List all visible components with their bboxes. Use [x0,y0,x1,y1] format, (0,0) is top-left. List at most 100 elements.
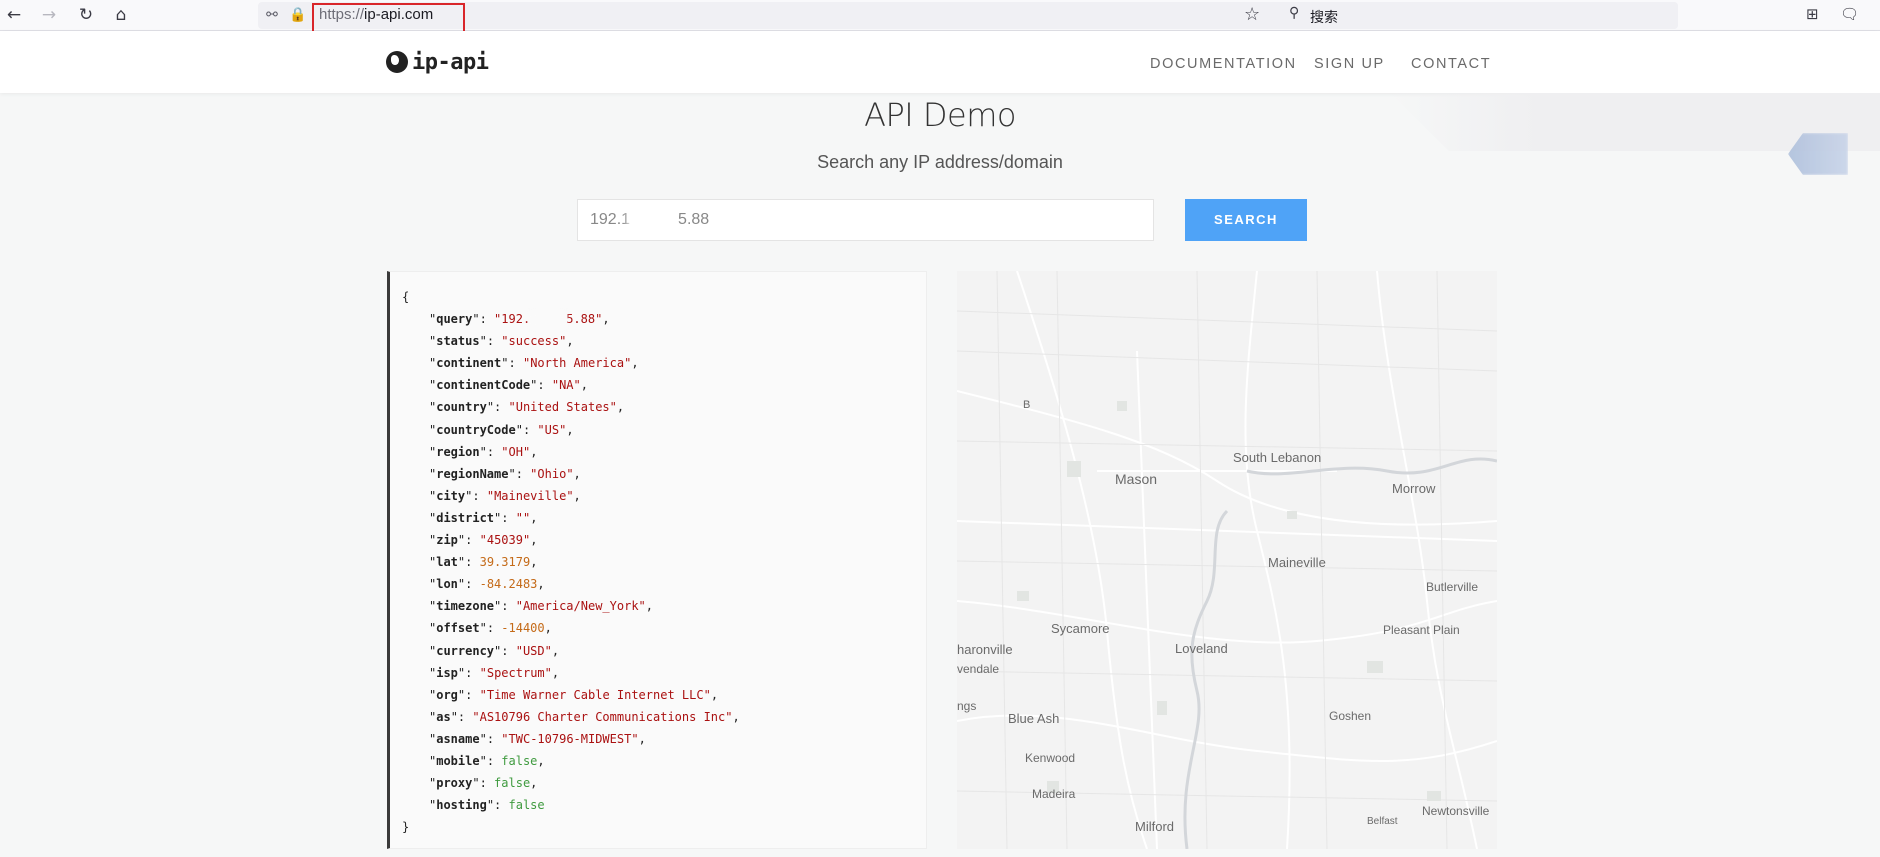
json-key: isp [436,665,458,680]
json-value: OH [508,444,523,459]
json-field-district: "district": "", [429,510,538,525]
json-value: 39.3179 [479,555,531,570]
search-button[interactable]: SEARCH [1185,199,1307,241]
browser-search-box[interactable]: ⚲ 搜索 [1281,2,1678,29]
map-label: Sycamore [1051,621,1110,636]
json-result-panel: { "query": "192. 5.88", "status": "success… [387,271,927,849]
json-field-countryCode: "countryCode": "US", [429,422,574,437]
json-string: "45039" [479,533,531,548]
json-key: country [436,400,487,415]
nav-sign-up[interactable]: SIGN UP [1314,56,1385,72]
json-string: "AS10796 Charter Communications Inc" [472,709,733,724]
ip-input-suffix: 5.88 [678,211,710,228]
json-key: org [436,687,458,702]
json-value: success [508,334,560,349]
map-label: haronville [957,642,1013,657]
reload-icon[interactable]: ↻ [75,4,97,26]
json-string: "US" [537,422,567,437]
star-icon[interactable]: ☆ [1244,4,1260,25]
json-key: region [436,444,480,459]
json-key: mobile [436,753,480,768]
json-string: "Spectrum" [479,665,552,680]
json-value: 45039 [486,533,523,548]
home-icon[interactable]: ⌂ [110,4,132,26]
json-string: "Maineville" [486,488,574,503]
json-value: United States [515,400,610,415]
map-label: Pleasant Plain [1383,623,1460,637]
lock-icon[interactable]: 🔒 [289,5,307,25]
map-label: Loveland [1175,641,1228,656]
chat-icon[interactable]: 🗨 [1840,5,1859,23]
json-field-currency: "currency": "USD", [429,643,560,658]
map-label: Milford [1135,819,1175,834]
back-icon[interactable]: ← [3,4,25,26]
map-label: Blue Ash [1008,711,1060,726]
json-field-org: "org": "Time Warner Cable Internet LLC", [429,687,719,702]
map-label: Madeira [1032,787,1076,801]
json-string: "success" [501,334,567,349]
json-key: currency [436,643,495,658]
crop-icon[interactable]: ⊞ [1806,5,1819,23]
json-string: "192. 5.88" [494,311,603,328]
json-key: offset [436,621,480,636]
json-field-regionName: "regionName": "Ohio", [429,466,581,481]
json-value: false [508,798,545,813]
shield-icon[interactable]: ⚯ [263,5,281,25]
json-value: US [544,422,560,437]
map-label: Newtonsville [1422,804,1490,818]
json-field-asname: "asname": "TWC-10796-MIDWEST", [429,731,646,746]
json-string: "NA" [551,378,581,393]
json-field-continentCode: "continentCode": "NA", [429,378,588,393]
json-string: "USD" [515,643,552,658]
json-field-lon: "lon": -84.2483, [429,577,545,592]
json-field-country: "country": "United States", [429,400,625,415]
ip-search-input[interactable]: 192.1 5.88 [577,199,1154,241]
json-field-as: "as": "AS10796 Charter Communications In… [429,709,740,724]
json-string: "North America" [522,356,632,371]
json-string: "Time Warner Cable Internet LLC" [479,687,711,702]
search-icon: ⚲ [1289,5,1300,21]
json-field-region: "region": "OH", [429,444,538,459]
page-subtitle: Search any IP address/domain [817,152,1063,172]
page-title: API Demo [864,96,1016,134]
json-key: query [436,312,473,327]
nav-documentation[interactable]: DOCUMENTATION [1150,56,1297,72]
globe-icon [386,51,408,73]
json-field-status: "status": "success", [429,334,574,349]
json-field-lat: "lat": 39.3179, [429,555,538,570]
json-field-city: "city": "Maineville", [429,488,581,503]
json-key: lon [436,577,458,592]
json-value: Spectrum [486,665,545,680]
map-label: Maineville [1268,555,1326,570]
json-value: -84.2483 [479,577,538,592]
json-string: "America/New_York" [515,599,646,614]
json-key: timezone [436,599,495,614]
json-string: "Ohio" [530,466,574,481]
json-field-query: "query": "192. 5.88", [429,311,610,328]
json-value: -14400 [501,621,545,636]
nav-contact[interactable]: CONTACT [1411,56,1491,72]
json-value: Ohio [537,466,567,481]
json-field-isp: "isp": "Spectrum", [429,665,560,680]
json-open-brace: { [402,290,410,304]
json-value: America/New_York [522,599,639,614]
location-map[interactable]: B South Lebanon Mason Morrow Maineville … [957,271,1497,849]
forward-icon[interactable]: → [38,4,60,26]
json-value: USD [522,643,545,658]
json-key: continentCode [436,378,531,393]
ip-input-prefix: 192.1 [590,211,631,228]
json-field-offset: "offset": -14400, [429,621,552,636]
json-value: TWC-10796-MIDWEST [508,731,632,746]
search-placeholder: 搜索 [1310,10,1338,26]
json-value: false [494,776,531,791]
json-key: city [436,488,466,503]
map-label: South Lebanon [1233,450,1322,465]
json-field-timezone: "timezone": "America/New_York", [429,599,654,614]
json-field-mobile: "mobile": false, [429,753,545,768]
json-value: NA [559,378,574,393]
json-key: district [436,510,495,525]
site-logo[interactable]: ip-api [386,46,489,78]
json-value: North America [530,356,625,371]
json-key: countryCode [436,422,516,437]
redaction-blur [530,311,567,328]
